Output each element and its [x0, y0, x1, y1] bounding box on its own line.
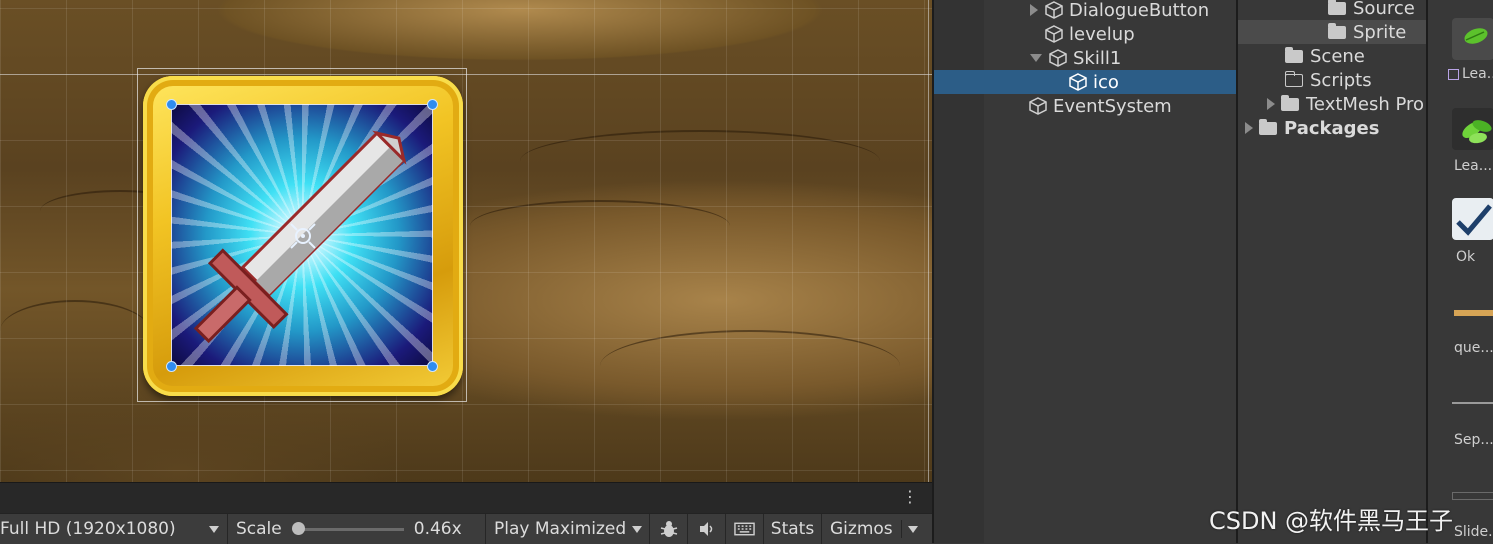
leaves-icon [1462, 120, 1492, 144]
asset-label: Sep... [1454, 432, 1493, 448]
project-item-label: Sprite [1353, 21, 1407, 43]
game-view-toolbar: Full HD (1920x1080) Scale 0.46x Play Max… [0, 513, 932, 544]
scene-status-strip: ⋮ [0, 482, 932, 514]
asset-label: Lea... [1454, 158, 1493, 174]
project-folder-scripts[interactable]: Scripts [1238, 68, 1426, 92]
project-item-label: Scripts [1310, 69, 1372, 91]
pivot-icon[interactable] [287, 220, 319, 252]
leaf-icon [1464, 28, 1488, 44]
asset-grid: Lea... Lea... Ok que... Sep... Slide... [1426, 0, 1493, 543]
folder-icon [1281, 94, 1299, 111]
scale-track[interactable] [291, 521, 404, 535]
folder-icon [1328, 0, 1346, 15]
asset-thumb-leaf[interactable] [1452, 18, 1493, 60]
project-folder-sprite[interactable]: Sprite [1238, 20, 1426, 44]
asset-label: Lea... [1448, 66, 1493, 82]
project-folder-scene[interactable]: Scene [1238, 44, 1426, 68]
anchor-handle-top-right[interactable] [427, 99, 438, 110]
mute-audio-button[interactable] [688, 514, 726, 544]
project-item-label: Packages [1284, 117, 1380, 139]
checkmark-icon [1456, 204, 1492, 236]
folder-icon [1259, 118, 1277, 135]
asset-label: Slide... [1454, 524, 1493, 540]
play-mode-label: Play Maximized [494, 519, 627, 539]
gameobject-cube-icon [1049, 49, 1067, 67]
anchor-handle-bottom-left[interactable] [166, 361, 177, 372]
stats-label: Stats [770, 519, 815, 539]
project-folder-source[interactable]: Source [1238, 0, 1426, 20]
anchor-handle-top-left[interactable] [166, 99, 177, 110]
gameobject-cube-icon [1045, 1, 1063, 19]
watermark: CSDN @软件黑马王子 [1209, 507, 1454, 535]
scale-slider[interactable]: Scale 0.46x [228, 514, 486, 544]
bug-button[interactable] [650, 514, 688, 544]
scale-label: Scale [236, 519, 282, 539]
project-item-label: TextMesh Pro [1306, 93, 1425, 115]
hierarchy-item-label: Skill1 [1073, 47, 1122, 69]
hierarchy-item-label: ico [1093, 71, 1119, 93]
resolution-dropdown[interactable]: Full HD (1920x1080) [0, 514, 228, 544]
chevron-down-icon [907, 525, 918, 533]
anchor-handle-bottom-right[interactable] [427, 361, 438, 372]
bug-icon [660, 521, 677, 537]
chevron-down-icon [209, 525, 219, 533]
project-folder-textmeshpro[interactable]: TextMesh Pro [1238, 92, 1426, 116]
expand-arrow-icon[interactable] [1030, 4, 1038, 16]
folder-icon [1328, 22, 1346, 39]
keyboard-shortcuts-button[interactable] [726, 514, 764, 544]
scene-view[interactable] [0, 0, 932, 482]
stats-button[interactable]: Stats [764, 514, 822, 544]
gameobject-cube-icon [1069, 73, 1087, 91]
asset-thumb-slider[interactable] [1452, 492, 1493, 500]
resolution-label: Full HD (1920x1080) [0, 519, 176, 539]
more-options-icon[interactable]: ⋮ [902, 489, 918, 505]
project-folder-packages[interactable]: Packages [1238, 116, 1426, 140]
asset-thumb-leaves[interactable] [1452, 108, 1493, 150]
collapse-arrow-icon[interactable] [1030, 54, 1042, 62]
asset-label: Ok [1456, 249, 1476, 265]
scale-knob[interactable] [291, 521, 305, 535]
gameobject-cube-icon [1029, 97, 1047, 115]
keyboard-icon [734, 522, 755, 536]
chevron-down-icon [632, 525, 643, 533]
folder-empty-icon [1284, 70, 1303, 87]
hierarchy-panel: DialogueButton levelup Skill1 ico EventS… [932, 0, 1370, 543]
project-panel: Source Sprite Scene Scripts TextMesh Pro… [1236, 0, 1426, 543]
expand-arrow-icon[interactable] [1245, 122, 1253, 134]
asset-thumb-que[interactable] [1454, 310, 1493, 316]
play-mode-dropdown[interactable]: Play Maximized [486, 514, 650, 544]
speaker-icon [699, 522, 712, 536]
gizmos-label: Gizmos [830, 519, 893, 539]
gizmos-dropdown[interactable]: Gizmos [822, 514, 928, 544]
project-item-label: Scene [1310, 45, 1365, 67]
asset-thumb-separator[interactable] [1452, 402, 1493, 404]
asset-label: que... [1454, 340, 1493, 356]
folder-icon [1285, 46, 1303, 63]
expand-arrow-icon[interactable] [1267, 98, 1275, 110]
canvas-guide-vertical [928, 0, 929, 482]
gameobject-cube-icon [1045, 25, 1063, 43]
scale-value: 0.46x [413, 519, 462, 539]
project-item-label: Source [1353, 0, 1415, 19]
hierarchy-item-label: DialogueButton [1069, 0, 1210, 21]
hierarchy-item-label: EventSystem [1053, 95, 1172, 117]
asset-thumb-ok[interactable] [1452, 198, 1493, 240]
hierarchy-item-label: levelup [1069, 23, 1135, 45]
